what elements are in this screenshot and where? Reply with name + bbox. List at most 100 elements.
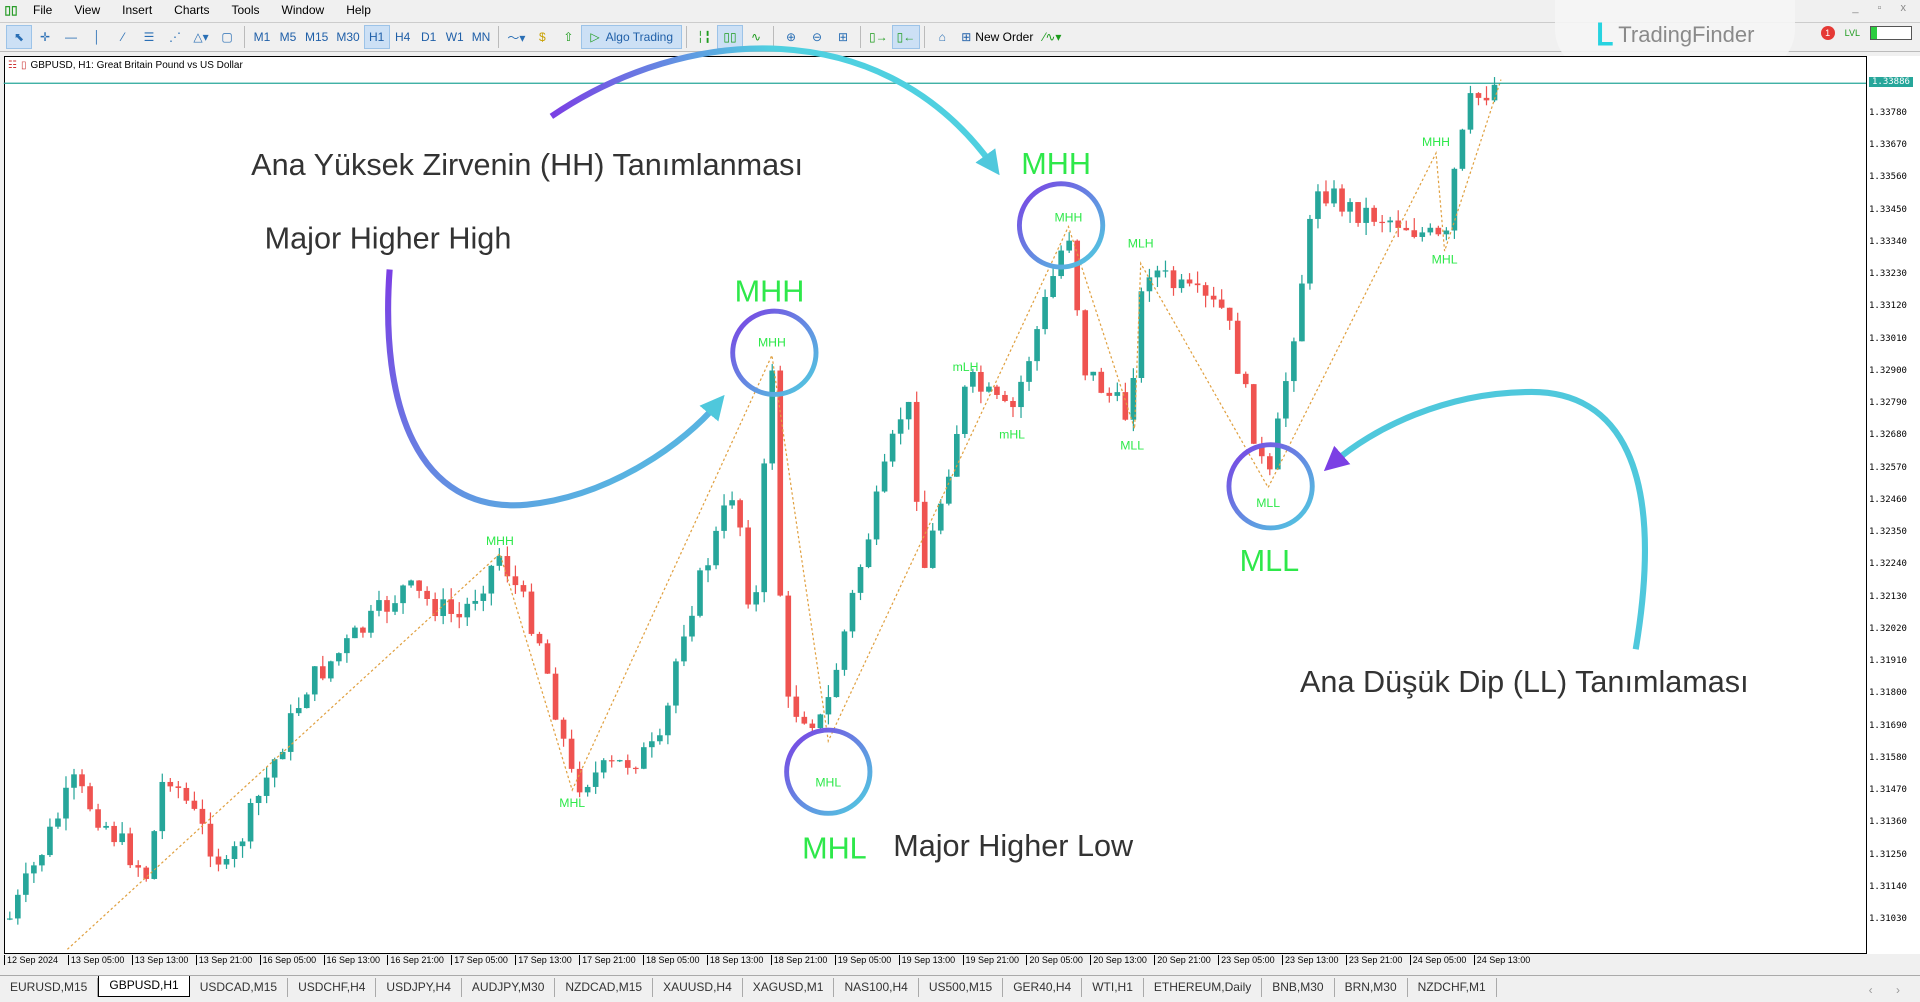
time-tick: 23 Sep 05:00 — [1218, 955, 1275, 965]
tab-gbpusd-h1[interactable]: GBPUSD,H1 — [98, 976, 190, 997]
bar-chart-icon[interactable]: ╎╏ — [691, 25, 717, 49]
price-axis[interactable]: 1.33886 1.33780 1.33670 1.33560 1.33450 1.333… — [1867, 56, 1920, 954]
price-tick: 1.32900 — [1869, 365, 1907, 376]
chart-type-dropdown[interactable]: 〜▾ — [503, 25, 529, 49]
dollar-icon[interactable]: $ — [529, 25, 555, 49]
menu-help[interactable]: Help — [335, 3, 382, 17]
time-tick: 18 Sep 13:00 — [706, 955, 763, 965]
shapes-icon[interactable]: △▾ — [188, 25, 214, 49]
line-chart-icon[interactable]: ∿ — [743, 25, 769, 49]
notification-badge[interactable]: 1 — [1820, 26, 1835, 40]
tab-eurusd-m15[interactable]: EURUSD,M15 — [0, 978, 99, 997]
time-tick: 20 Sep 13:00 — [1090, 955, 1147, 965]
cursor-icon[interactable]: ⬉ — [6, 25, 32, 49]
time-tick: 18 Sep 05:00 — [643, 955, 700, 965]
time-tick: 16 Sep 21:00 — [387, 955, 444, 965]
candlestick-icon[interactable]: ▯▯ — [717, 25, 744, 49]
indicators-dropdown[interactable]: ⁄∿▾ — [1039, 25, 1065, 49]
divider — [924, 26, 926, 48]
timeframe-mn[interactable]: MN — [468, 25, 495, 49]
signals-icon[interactable]: ⇧ — [555, 25, 581, 49]
tab-usdjpy-h4[interactable]: USDJPY,H4 — [376, 978, 462, 997]
rectangle-icon[interactable]: ▢ — [214, 25, 240, 49]
algo-trading-button[interactable]: ▷ Algo Trading — [581, 25, 683, 49]
price-tick: 1.31910 — [1869, 656, 1907, 667]
tab-us500-m15[interactable]: US500,M15 — [919, 978, 1004, 997]
new-order-button[interactable]: ⊞ New Order — [955, 30, 1039, 44]
price-tick: 1.31140 — [1869, 881, 1907, 892]
menu-tools[interactable]: Tools — [221, 3, 271, 17]
chart-area[interactable] — [4, 56, 1867, 954]
time-tick: 13 Sep 21:00 — [195, 955, 252, 965]
menu-insert[interactable]: Insert — [111, 3, 163, 17]
chart-menu-icon[interactable]: ☷ — [8, 60, 17, 71]
time-tick: 23 Sep 13:00 — [1282, 955, 1339, 965]
window-controls[interactable]: _ ▫ x — [1852, 2, 1914, 14]
app-logo-icon: ▯▯ — [4, 3, 18, 17]
divider — [773, 26, 775, 48]
timeframe-h4[interactable]: H4 — [390, 25, 416, 49]
tab-nas100-h4[interactable]: NAS100,H4 — [834, 978, 919, 997]
tab-nzdchf-m1[interactable]: NZDCHF,M1 — [1408, 978, 1497, 997]
vertical-line-icon[interactable]: │ — [84, 25, 110, 49]
chart-type-icon: ▯ — [20, 60, 27, 71]
price-tick: 1.31250 — [1869, 849, 1907, 860]
tab-ethereum-daily[interactable]: ETHEREUM,Daily — [1144, 978, 1263, 997]
fibonacci-icon[interactable]: ⋰ — [162, 25, 188, 49]
time-tick: 24 Sep 05:00 — [1409, 955, 1466, 965]
price-tick: 1.31360 — [1869, 817, 1907, 828]
autoscroll-icon[interactable]: ▯→ — [865, 25, 892, 49]
play-icon: ▷ — [590, 30, 600, 44]
time-tick: 16 Sep 13:00 — [323, 955, 380, 965]
crosshair-icon[interactable]: ✛ — [32, 25, 58, 49]
time-tick: 24 Sep 13:00 — [1473, 955, 1530, 965]
menu-view[interactable]: View — [63, 3, 111, 17]
zoom-out-icon[interactable]: ⊖ — [804, 25, 830, 49]
tab-usdcad-m15[interactable]: USDCAD,M15 — [190, 978, 289, 997]
chart-title: ☷ ▯ GBPUSD, H1: Great Britain Pound vs U… — [8, 60, 243, 71]
timeframe-m1[interactable]: M1 — [249, 25, 275, 49]
grid-icon[interactable]: ⊞ — [830, 25, 856, 49]
menu-file[interactable]: File — [22, 3, 63, 17]
time-tick: 17 Sep 13:00 — [515, 955, 572, 965]
lvl-label: LVL — [1844, 28, 1860, 38]
tab-usdchf-h4[interactable]: USDCHF,H4 — [288, 978, 377, 997]
time-axis[interactable]: 12 Sep 2024 13 Sep 05:00 13 Sep 13:00 13 Se… — [4, 955, 1867, 973]
chart-shift-icon[interactable]: ▯← — [891, 25, 921, 49]
time-tick: 20 Sep 05:00 — [1026, 955, 1083, 965]
price-tick: 1.33670 — [1869, 140, 1907, 151]
price-tick: 1.31580 — [1869, 752, 1907, 763]
menu-window[interactable]: Window — [271, 3, 336, 17]
price-tick: 1.33230 — [1869, 269, 1907, 280]
timeframe-w1[interactable]: W1 — [442, 25, 468, 49]
tab-brn-m30[interactable]: BRN,M30 — [1335, 978, 1408, 997]
time-tick: 18 Sep 21:00 — [770, 955, 827, 965]
tab-xauusd-h4[interactable]: XAUUSD,H4 — [653, 978, 743, 997]
timeframe-d1[interactable]: D1 — [416, 25, 442, 49]
price-tick: 1.32020 — [1869, 623, 1907, 634]
tab-bnb-m30[interactable]: BNB,M30 — [1262, 978, 1335, 997]
time-tick: 20 Sep 21:00 — [1154, 955, 1211, 965]
price-tick: 1.31800 — [1869, 688, 1907, 699]
time-tick: 19 Sep 21:00 — [962, 955, 1019, 965]
tab-ger40-h4[interactable]: GER40,H4 — [1003, 978, 1083, 997]
time-tick: 17 Sep 05:00 — [451, 955, 508, 965]
tab-wti-h1[interactable]: WTI,H1 — [1082, 978, 1144, 997]
tab-audjpy-m30[interactable]: AUDJPY,M30 — [462, 978, 556, 997]
timeframe-m30[interactable]: M30 — [332, 25, 363, 49]
tab-nzdcad-m15[interactable]: NZDCAD,M15 — [555, 978, 654, 997]
menu-charts[interactable]: Charts — [163, 3, 220, 17]
channel-icon[interactable]: ☰ — [136, 25, 162, 49]
timeframe-m5[interactable]: M5 — [275, 25, 301, 49]
horizontal-line-icon[interactable]: — — [58, 25, 84, 49]
tab-scroll-arrows[interactable]: ‹ › — [1869, 983, 1920, 997]
zoom-in-icon[interactable]: ⊕ — [778, 25, 804, 49]
timeframe-h1[interactable]: H1 — [363, 25, 390, 49]
divider — [498, 26, 500, 48]
price-tick: 1.33010 — [1869, 333, 1907, 344]
timeframe-m15[interactable]: M15 — [301, 25, 332, 49]
trendline-icon[interactable]: ⁄ — [110, 25, 136, 49]
screenshot-icon[interactable]: ⌂ — [929, 25, 955, 49]
divider — [686, 26, 688, 48]
tab-xagusd-m1[interactable]: XAGUSD,M1 — [743, 978, 835, 997]
